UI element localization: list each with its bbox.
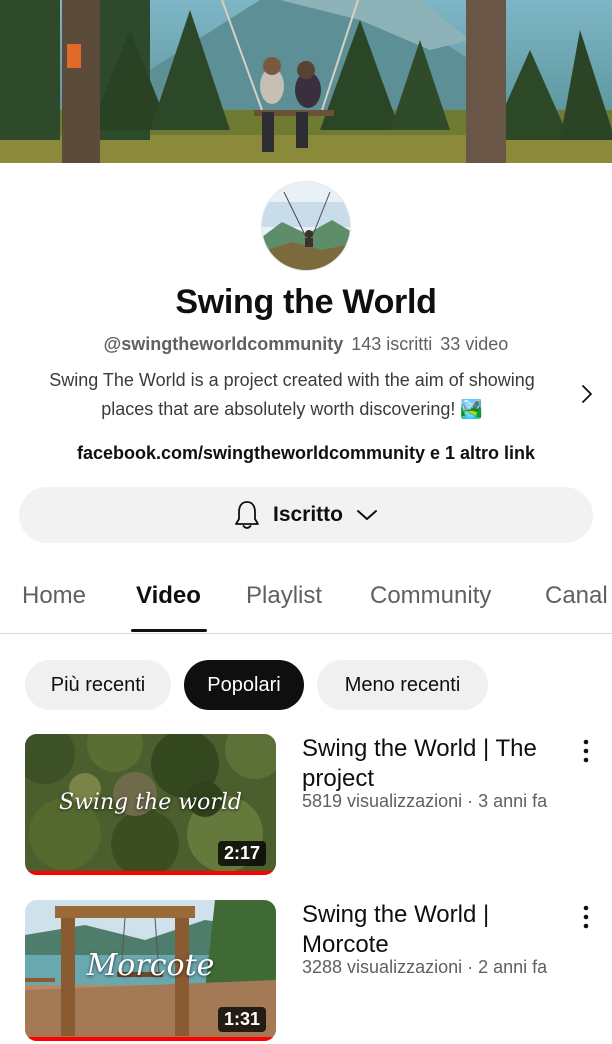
video-duration: 2:17 xyxy=(217,841,266,866)
video-title[interactable]: Swing the World | Morcote xyxy=(302,900,564,960)
thumbnail-caption: Swing the world xyxy=(59,790,242,815)
chip-piu-recenti[interactable]: Più recenti xyxy=(25,660,171,710)
channel-banner xyxy=(0,0,612,163)
subscribed-button[interactable]: Iscritto xyxy=(19,487,593,543)
chevron-down-icon xyxy=(357,510,377,520)
video-thumbnail[interactable]: Swing the world 2:17 xyxy=(25,734,276,875)
active-tab-indicator xyxy=(131,629,207,632)
tab-home[interactable]: Home xyxy=(22,582,86,610)
subscribed-label: Iscritto xyxy=(272,503,343,526)
video-views: 5819 visualizzazioni xyxy=(302,791,463,811)
tab-canali[interactable]: Canal xyxy=(545,582,608,610)
more-vert-icon[interactable] xyxy=(578,904,594,930)
more-vert-icon[interactable] xyxy=(578,738,594,764)
video-duration: 1:31 xyxy=(217,1007,266,1032)
tab-playlist[interactable]: Playlist xyxy=(246,582,322,610)
channel-handle[interactable]: @swingtheworldcommunity xyxy=(104,334,344,354)
channel-description[interactable]: Swing The World is a project created wit… xyxy=(14,366,570,424)
video-count: 33 video xyxy=(440,334,509,354)
video-thumbnail[interactable]: Morcote 1:31 xyxy=(25,900,276,1041)
video-title[interactable]: Swing the World | The project xyxy=(302,734,564,794)
video-item[interactable]: Morcote 1:31 Swing the World | Morcote 3… xyxy=(0,900,612,1044)
video-age: 2 anni fa xyxy=(478,957,548,977)
channel-avatar[interactable] xyxy=(261,181,351,271)
tab-video[interactable]: Video xyxy=(136,582,201,610)
channel-tabs: Home Video Playlist Community Canal xyxy=(0,568,612,634)
video-age: 3 anni fa xyxy=(478,791,548,811)
chevron-right-icon[interactable] xyxy=(578,382,596,406)
subscriber-count: 143 iscritti xyxy=(351,334,433,354)
channel-links[interactable]: facebook.com/swingtheworldcommunity e 1 … xyxy=(0,443,612,464)
chip-popolari[interactable]: Popolari xyxy=(184,660,304,710)
chip-meno-recenti[interactable]: Meno recenti xyxy=(317,660,488,710)
video-meta: 5819 visualizzazioni · 3 anni fa xyxy=(302,791,548,811)
description-line: places that are absolutely worth discove… xyxy=(101,399,483,419)
watched-progress-bar xyxy=(25,871,276,875)
description-line: Swing The World is a project created wit… xyxy=(49,370,535,390)
channel-meta: @swingtheworldcommunity 143 iscritti 33 vi… xyxy=(0,334,612,355)
thumbnail-caption: Morcote xyxy=(86,948,215,983)
video-meta: 3288 visualizzazioni · 2 anni fa xyxy=(302,957,548,977)
channel-name: Swing the World xyxy=(175,283,437,321)
video-item[interactable]: Swing the world 2:17 Swing the World | T… xyxy=(0,734,612,884)
video-views: 3288 visualizzazioni xyxy=(302,957,463,977)
tab-community[interactable]: Community xyxy=(370,582,491,610)
bell-icon xyxy=(235,501,259,529)
watched-progress-bar xyxy=(25,1037,276,1041)
